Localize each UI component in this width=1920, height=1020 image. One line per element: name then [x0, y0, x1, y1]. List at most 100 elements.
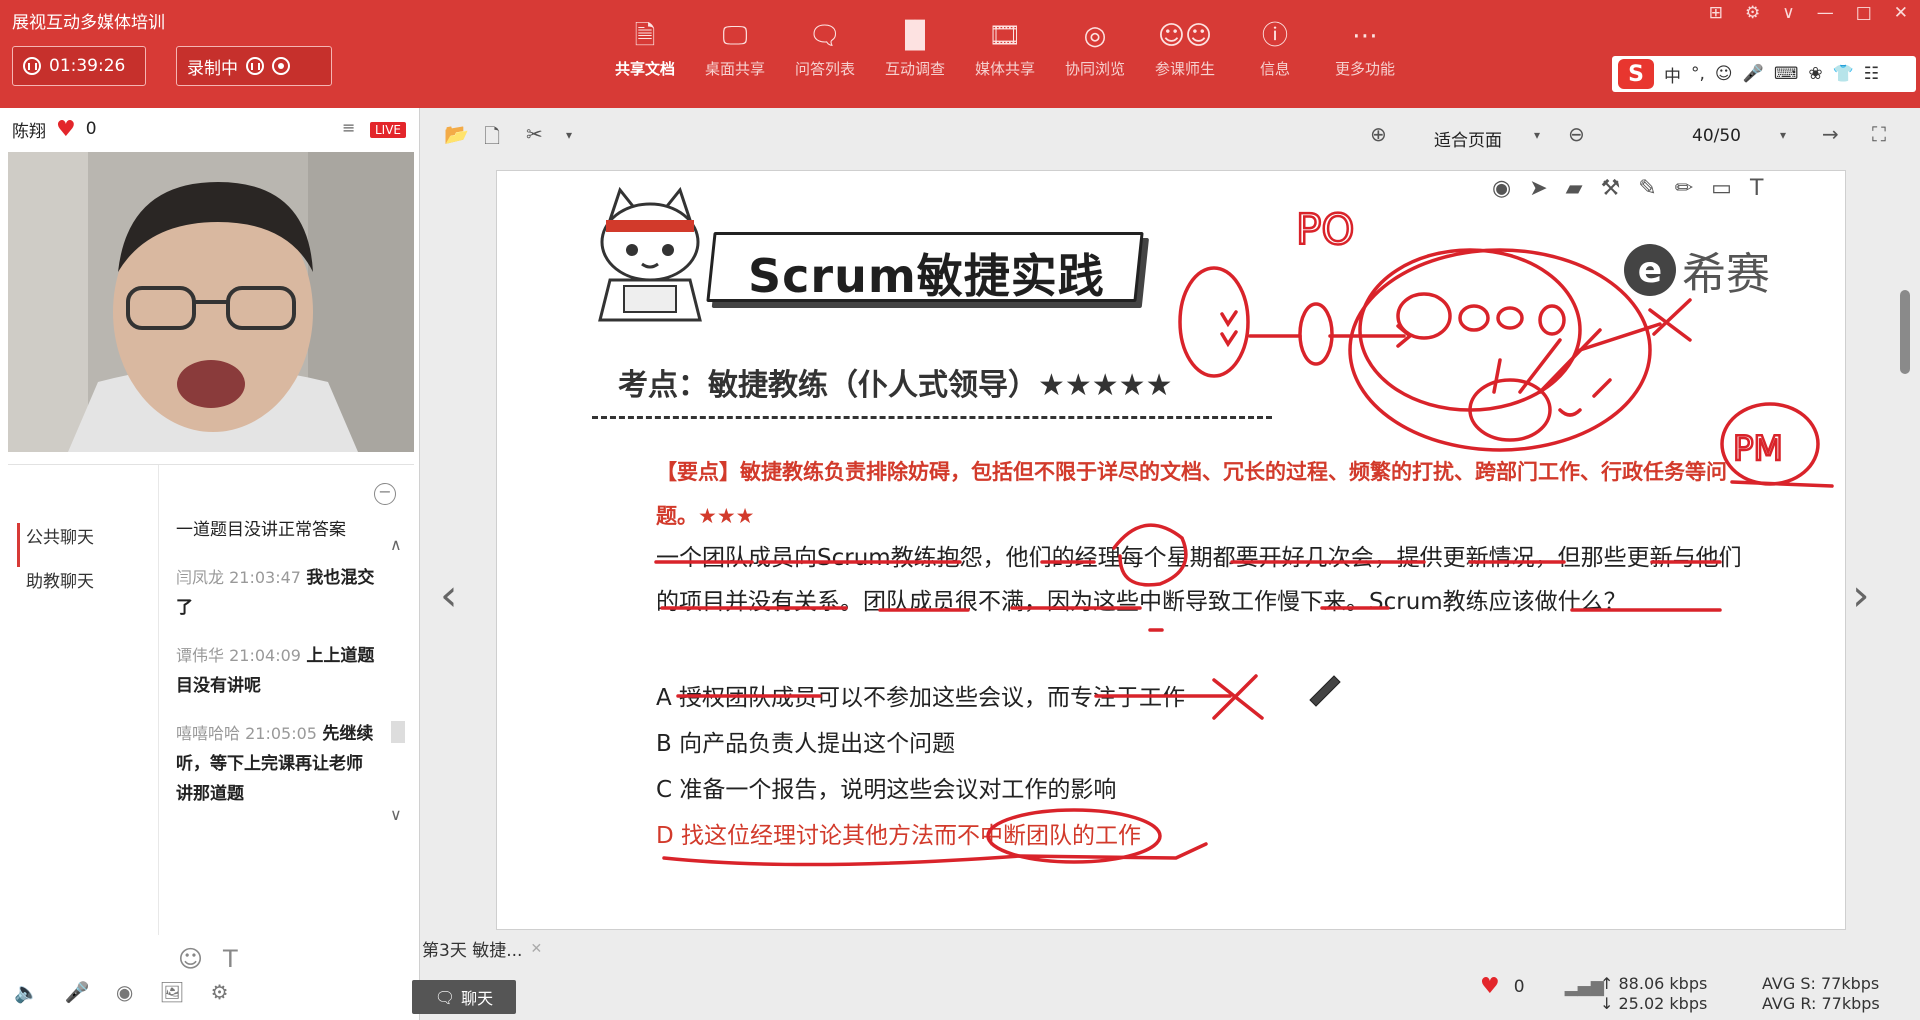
zoom-in-icon[interactable]: ⊕: [1370, 122, 1387, 146]
list-icon[interactable]: ≡: [342, 118, 355, 137]
pointer-icon[interactable]: ➤: [1529, 176, 1547, 201]
toolbar-media-share[interactable]: 🎞 媒体共享: [960, 16, 1050, 79]
chat-button[interactable]: 🗨 聊天: [412, 980, 516, 1014]
stop-recording-icon[interactable]: [272, 57, 290, 75]
settings-icon[interactable]: ⚙: [211, 980, 229, 1004]
option-b: B 向产品负责人提出这个问题: [656, 731, 956, 757]
rectangle-icon[interactable]: ▭: [1711, 176, 1732, 201]
chat-messages: 一道题目没讲正常答案 闫凤龙 21:03:47 我也混交了 谭伟华 21:04:…: [176, 515, 376, 827]
shirt-icon[interactable]: 👕: [1833, 64, 1854, 84]
co-browse-icon: ◎: [1083, 21, 1107, 51]
chevron-up-icon[interactable]: ∧: [390, 535, 402, 554]
folder-icon[interactable]: 📂: [444, 122, 469, 146]
pause-recording-icon[interactable]: [246, 57, 264, 75]
document-icon: 🗎: [634, 21, 656, 51]
chat-scrollbar[interactable]: ∧ ∨: [388, 535, 408, 825]
option-a: A 授权团队成员可以不参加这些会议，而专注于工作: [656, 685, 1186, 711]
scroll-thumb[interactable]: [391, 721, 405, 743]
grid-icon[interactable]: ☷: [1864, 64, 1879, 84]
next-slide-icon[interactable]: ›: [1852, 570, 1870, 621]
text-format-icon[interactable]: T: [223, 945, 238, 973]
marker-icon[interactable]: ✏: [1675, 176, 1693, 201]
pen-icon[interactable]: ✎: [1638, 176, 1656, 201]
mic-icon[interactable]: 🎤: [65, 980, 90, 1004]
left-panel: 陈翔 ♥ 0 ≡ LIVE − 公共聊天 助教聊天 一道题目没讲正常答案 闫凤龙…: [0, 108, 420, 1020]
speaker-icon[interactable]: 🔈: [14, 980, 39, 1004]
camera-icon[interactable]: ◉: [116, 980, 133, 1004]
settings-icon[interactable]: ⚙: [1745, 3, 1760, 23]
ime-logo[interactable]: S: [1618, 59, 1654, 89]
upload-icon: ↑: [1600, 974, 1619, 993]
toolbar-participants[interactable]: ☺☺ 参课师生: [1140, 16, 1230, 79]
toolbar-survey[interactable]: ▐▌ 互动调查: [870, 16, 960, 79]
punctuation-icon[interactable]: °,: [1691, 64, 1705, 84]
prev-slide-icon[interactable]: ‹: [440, 570, 458, 621]
upload-rate: 88.06 kbps: [1618, 974, 1708, 993]
ime-toolbar: S 中 °, ☺ 🎤 ⌨ ❀ 👕 ☷: [1612, 56, 1916, 92]
tab-assistant-chat[interactable]: 助教聊天: [26, 567, 136, 611]
fullscreen-icon[interactable]: ⛶: [1872, 122, 1886, 146]
status-bar: ♥ 0 ▂▄▆: [1480, 974, 1604, 999]
app-title: 展视互动多媒体培训: [12, 13, 165, 33]
toolbar-info[interactable]: ⓘ 信息: [1230, 16, 1320, 79]
emoji-icon[interactable]: ☺: [178, 945, 203, 973]
zoom-out-icon[interactable]: ⊖: [1568, 122, 1585, 146]
next-page-icon[interactable]: →: [1822, 122, 1839, 146]
heart-icon[interactable]: ♥: [56, 117, 76, 142]
emoji-icon[interactable]: ☺: [1715, 64, 1733, 84]
heart-icon[interactable]: ♥: [1480, 974, 1500, 999]
file-icon[interactable]: 🗋: [484, 122, 500, 156]
annotation-toolbar: ◉ ➤ ▰ ⚒ ✎ ✏ ▭ T: [1492, 176, 1763, 201]
chevron-down-icon[interactable]: ∨: [1782, 3, 1794, 23]
brush-icon[interactable]: ⚒: [1601, 176, 1621, 201]
skin-icon[interactable]: ❀: [1808, 64, 1822, 84]
image-icon[interactable]: 🖼: [159, 980, 184, 1004]
network-stats: ↑ 88.06 kbps ↓ 25.02 kbps: [1600, 974, 1707, 1014]
toolbar-desktop-share[interactable]: 🖵 桌面共享: [690, 16, 780, 79]
toolbar-co-browse[interactable]: ◎ 协同浏览: [1050, 16, 1140, 79]
dropdown-icon[interactable]: ▾: [566, 128, 572, 142]
option-d: D 找这位经理讨论其他方法而不中断团队的工作: [656, 823, 1142, 849]
recording-label: 录制中: [187, 58, 238, 79]
ime-lang[interactable]: 中: [1664, 62, 1681, 87]
toolbar-qa-list[interactable]: 🗨 问答列表: [780, 16, 870, 79]
record-dot-icon[interactable]: ◉: [1492, 176, 1511, 201]
scissors-icon[interactable]: ✂: [526, 122, 543, 146]
mic-icon[interactable]: 🎤: [1743, 64, 1764, 84]
toolbar-share-document[interactable]: 🗎 共享文档: [600, 16, 690, 79]
pause-icon: [23, 57, 41, 75]
media-controls: 🔈 🎤 ◉ 🖼 ⚙: [14, 980, 229, 1004]
text-tool-icon[interactable]: T: [1750, 176, 1763, 201]
close-tab-icon[interactable]: ✕: [530, 941, 542, 957]
slide-scrollbar[interactable]: [1900, 290, 1910, 374]
chat-button-label: 聊天: [461, 989, 494, 1008]
maximize-icon[interactable]: □: [1856, 3, 1872, 23]
timer-button[interactable]: 01:39:26: [12, 46, 146, 86]
participants-icon: ☺☺: [1157, 21, 1213, 51]
minimize-icon[interactable]: —: [1817, 3, 1834, 23]
more-icon: ⋯: [1352, 21, 1378, 51]
page-number[interactable]: 40/50: [1692, 126, 1741, 146]
desktop-share-icon: 🖵: [722, 21, 748, 51]
collapse-icon[interactable]: −: [374, 483, 396, 505]
close-icon[interactable]: ✕: [1894, 3, 1908, 23]
page-dropdown-icon[interactable]: ▾: [1780, 128, 1786, 142]
document-tab[interactable]: 第3天 敏捷... ✕: [422, 936, 542, 962]
fit-page-select[interactable]: 适合页面: [1434, 126, 1502, 151]
main-toolbar: 🗎 共享文档 🖵 桌面共享 🗨 问答列表 ▐▌ 互动调查 🎞 媒体共享 ◎ 协同…: [600, 16, 1410, 79]
chevron-down-icon[interactable]: ∨: [390, 805, 402, 824]
info-icon: ⓘ: [1261, 21, 1288, 51]
message-meta: 谭伟华 21:04:09: [176, 646, 301, 665]
recording-status-button[interactable]: 录制中: [176, 46, 332, 86]
teacher-row: 陈翔 ♥ 0: [12, 116, 97, 142]
keyboard-icon[interactable]: ⌨: [1774, 64, 1799, 84]
eraser-icon[interactable]: ▰: [1566, 176, 1583, 201]
layout-icon[interactable]: ⊞: [1709, 3, 1723, 23]
signal-icon: ▂▄▆: [1564, 976, 1604, 997]
qa-list-icon: 🗨: [808, 21, 842, 51]
avg-receive: AVG R: 77kbps: [1762, 994, 1880, 1013]
tab-public-chat[interactable]: 公共聊天: [17, 523, 136, 567]
toolbar-more[interactable]: ⋯ 更多功能: [1320, 16, 1410, 79]
fit-dropdown-icon[interactable]: ▾: [1534, 128, 1540, 142]
average-stats: AVG S: 77kbps AVG R: 77kbps: [1762, 974, 1880, 1014]
